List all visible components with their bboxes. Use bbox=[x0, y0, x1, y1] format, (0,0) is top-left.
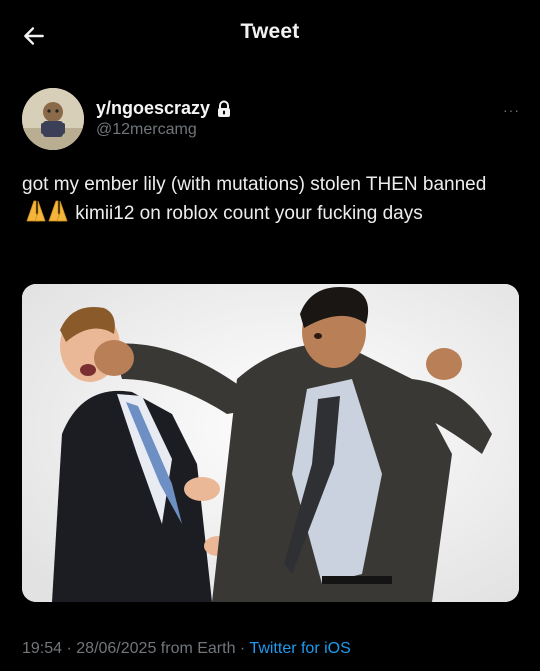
handle[interactable]: @12mercamg bbox=[96, 121, 232, 139]
tweet-text-part2: kimii12 on roblox count your fucking day… bbox=[70, 203, 423, 224]
display-name[interactable]: y/ngoescrazy bbox=[96, 98, 210, 119]
tweet-time: 19:54 bbox=[22, 640, 63, 657]
client-link[interactable]: Twitter for iOS bbox=[249, 640, 350, 657]
tweet-text-part1: got my ember lily (with mutations) stole… bbox=[22, 174, 487, 195]
praying-hands-icon bbox=[24, 199, 68, 232]
author-info: y/ngoescrazy @12mercamg bbox=[96, 98, 232, 139]
avatar[interactable] bbox=[22, 88, 84, 150]
tweet-media-photo[interactable] bbox=[22, 284, 519, 602]
more-icon[interactable]: ··· bbox=[503, 102, 520, 118]
page-title: Tweet bbox=[240, 20, 300, 43]
tweet-text: got my ember lily (with mutations) stole… bbox=[22, 170, 518, 232]
meta-separator: · bbox=[235, 640, 250, 657]
display-name-line: y/ngoescrazy bbox=[96, 98, 232, 119]
lock-icon bbox=[218, 100, 231, 117]
tweet-meta: 19:54 · 28/06/2025 from Earth · Twitter … bbox=[22, 640, 351, 658]
top-bar: Tweet bbox=[0, 0, 540, 70]
author-row: y/ngoescrazy @12mercamg ··· bbox=[22, 88, 522, 154]
photo-two-businessmen-punch bbox=[22, 284, 519, 602]
tweet-date: 28/06/2025 bbox=[76, 640, 157, 657]
meta-separator: · bbox=[62, 640, 77, 657]
tweet-location: from Earth bbox=[156, 640, 236, 657]
avatar-image bbox=[22, 88, 84, 150]
